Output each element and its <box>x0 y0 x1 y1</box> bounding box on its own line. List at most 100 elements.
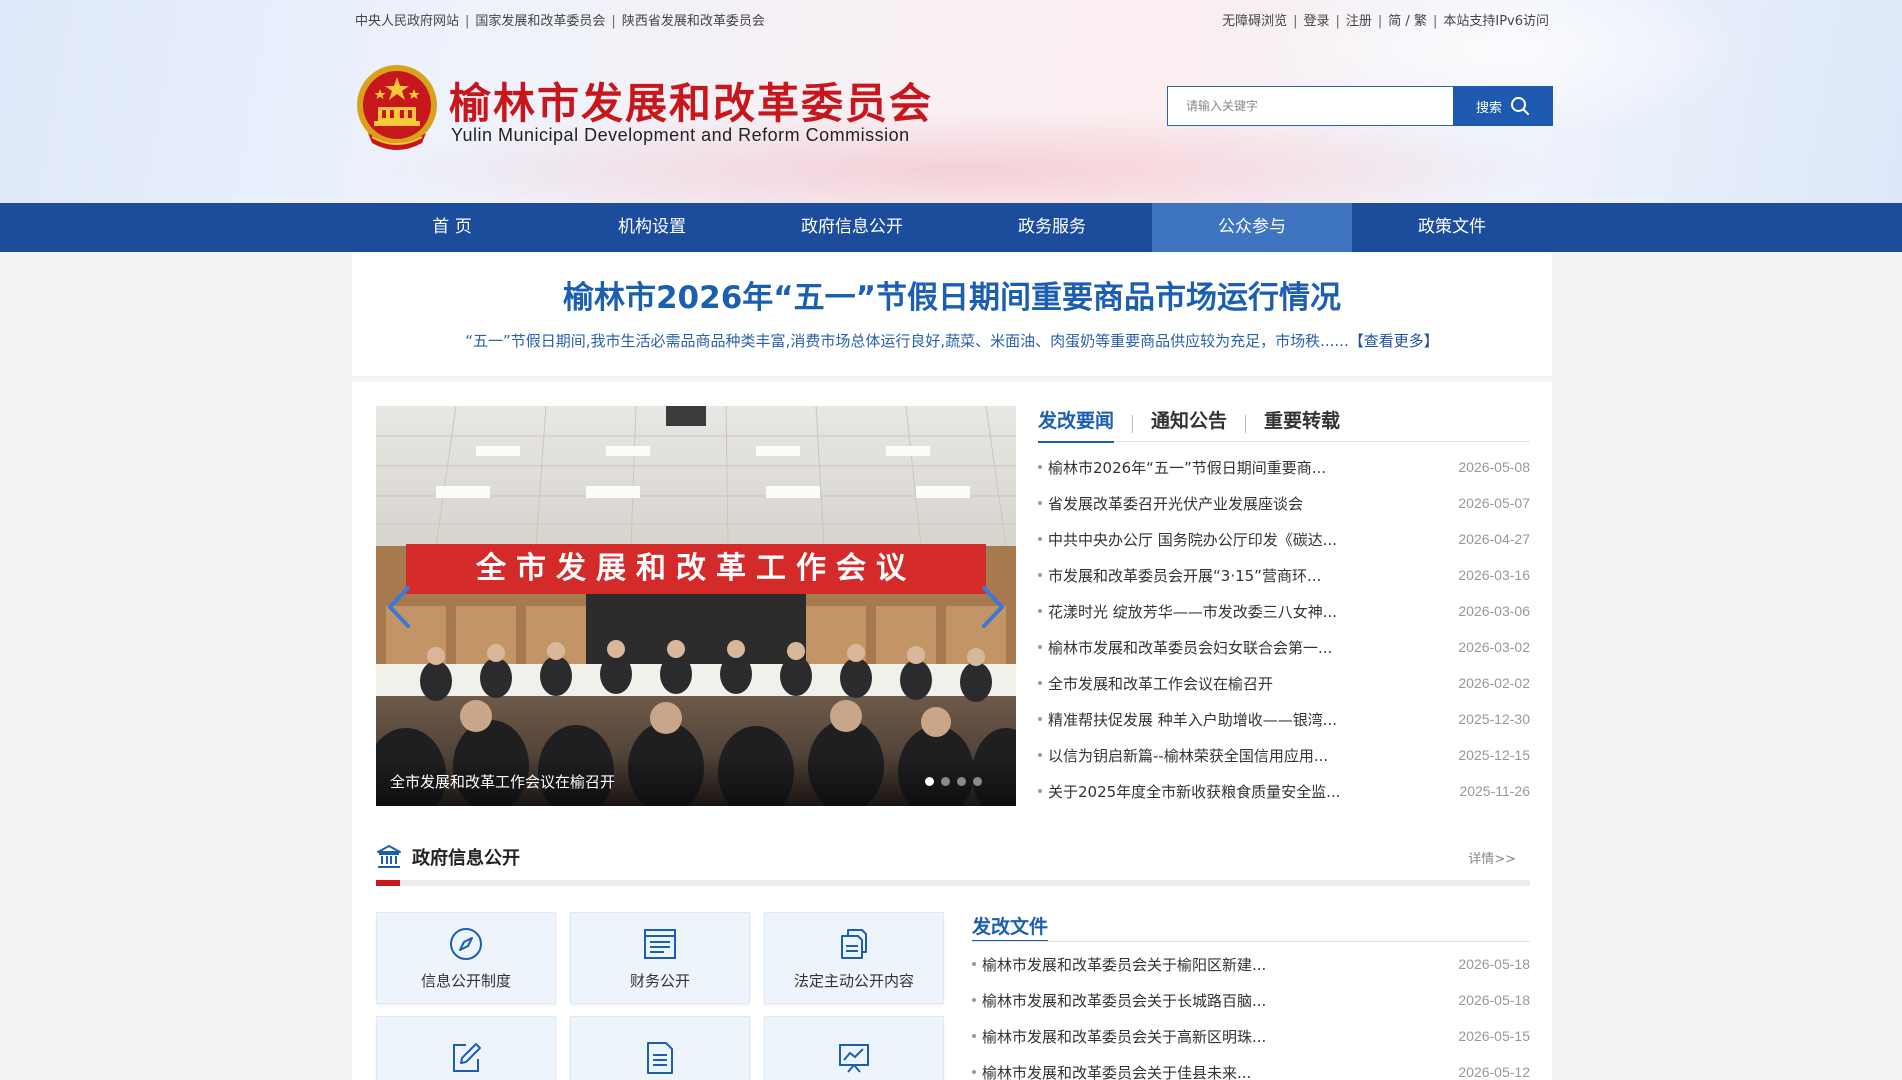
docs-list: 榆林市发展和改革委员会关于榆阳区新建... 2026-05-18 榆林市发展和改革… <box>972 946 1530 1080</box>
tile-chart[interactable] <box>764 1016 944 1080</box>
news-item[interactable]: 省发展改革委召开光伏产业发展座谈会 2026-05-07 <box>1038 485 1530 521</box>
news-title: 榆林市发展和改革委员会妇女联合会第一... <box>1038 637 1332 658</box>
news-title: 省发展改革委召开光伏产业发展座谈会 <box>1038 493 1303 514</box>
news-date: 2026-04-27 <box>1458 531 1530 547</box>
nav-item-policy-files[interactable]: 政策文件 <box>1352 203 1552 252</box>
site-title[interactable]: 榆林市发展和改革委员会 <box>449 70 933 131</box>
top-links-right: 无障碍浏览 | 登录 | 注册 | 简 / 繁 | 本站支持IPv6访问 <box>1222 14 1549 29</box>
section-title: 政府信息公开 <box>412 848 520 869</box>
main-content: 榆林市2026年“五一”节假日期间重要商品市场运行情况 “五一”节假日期间,我市… <box>352 252 1552 1080</box>
search-box: 搜索 <box>1167 86 1553 126</box>
search-input[interactable] <box>1167 86 1455 126</box>
tile-label: 法定主动公开内容 <box>793 971 914 990</box>
separator: | <box>1335 14 1340 29</box>
tile-disclosure-policy[interactable]: 信息公开制度 <box>376 912 556 1004</box>
news-item[interactable]: 精准帮扶促发展 种羊入户助增收——银湾... 2025-12-30 <box>1038 701 1530 737</box>
doc-item[interactable]: 榆林市发展和改革委员会关于榆阳区新建... 2026-05-18 <box>972 946 1530 982</box>
doc-date: 2026-05-18 <box>1458 956 1530 972</box>
news-item[interactable]: 榆林市发展和改革委员会妇女联合会第一... 2026-03-02 <box>1038 629 1530 665</box>
section-underline <box>376 880 1530 886</box>
document-icon <box>647 1042 673 1074</box>
tile-label: 信息公开制度 <box>420 971 511 990</box>
view-more-link[interactable]: 【查看更多】 <box>1349 332 1439 350</box>
doc-item[interactable]: 榆林市发展和改革委员会关于高新区明珠... 2026-05-15 <box>972 1018 1530 1054</box>
carousel-caption[interactable]: 全市发展和改革工作会议在榆召开 <box>390 771 615 792</box>
link-ndrc[interactable]: 国家发展和改革委员会 <box>475 14 605 29</box>
news-item[interactable]: 榆林市2026年“五一”节假日期间重要商... 2026-05-08 <box>1038 449 1530 485</box>
tab-reform-news[interactable]: 发改要闻 <box>1038 406 1115 443</box>
photo-carousel[interactable]: 全市发展和改革工作会议 全市发展和改革工作会议在榆召开 <box>376 406 1016 806</box>
doc-title: 榆林市发展和改革委员会关于佳县未来... <box>972 1062 1251 1080</box>
meeting-banner-text: 全市发展和改革工作会议 <box>475 551 916 586</box>
doc-item[interactable]: 榆林市发展和改革委员会关于佳县未来... 2026-05-12 <box>972 1054 1530 1080</box>
news-date: 2026-02-02 <box>1458 675 1530 691</box>
news-title: 关于2025年度全市新收获粮食质量安全监... <box>1038 781 1340 802</box>
carousel-next-arrow-icon[interactable] <box>978 584 1008 630</box>
search-button-label: 搜索 <box>1475 100 1502 116</box>
tile-edit[interactable] <box>376 1016 556 1080</box>
gov-info-section-header: 政府信息公开 详情>> <box>376 840 1530 880</box>
chart-icon <box>839 1044 869 1073</box>
news-date: 2026-05-08 <box>1458 459 1530 475</box>
register-link[interactable]: 注册 <box>1346 14 1372 29</box>
edit-icon <box>453 1043 481 1072</box>
separator: | <box>1432 14 1438 29</box>
tab-separator <box>1245 414 1247 433</box>
section-accent <box>376 880 400 886</box>
nav-item-gov-info[interactable]: 政府信息公开 <box>752 203 952 252</box>
tile-document[interactable] <box>570 1016 750 1080</box>
news-item[interactable]: 中共中央办公厅 国务院办公厅印发《碳达... 2026-04-27 <box>1038 521 1530 557</box>
simplified-chinese-link[interactable]: 简 <box>1388 14 1401 29</box>
separator: | <box>465 14 470 29</box>
carousel-dots <box>925 777 982 786</box>
nav-item-public-participation[interactable]: 公众参与 <box>1152 203 1352 252</box>
carousel-prev-arrow-icon[interactable] <box>384 584 414 630</box>
news-item[interactable]: 花漾时光 绽放芳华——市发改委三八女神... 2026-03-06 <box>1038 593 1530 629</box>
link-central-gov[interactable]: 中央人民政府网站 <box>355 14 459 29</box>
tab-reprints[interactable]: 重要转载 <box>1264 406 1340 442</box>
separator: | <box>1293 14 1298 29</box>
nav-item-organization[interactable]: 机构设置 <box>552 203 752 252</box>
news-item[interactable]: 关于2025年度全市新收获粮食质量安全监... 2025-11-26 <box>1038 773 1530 809</box>
login-link[interactable]: 登录 <box>1303 14 1329 29</box>
search-icon <box>1511 97 1529 115</box>
carousel-dot[interactable] <box>973 777 982 786</box>
site-subtitle: Yulin Municipal Development and Reform C… <box>451 125 910 145</box>
doc-title: 榆林市发展和改革委员会关于榆阳区新建... <box>972 954 1266 975</box>
news-date: 2026-03-16 <box>1458 567 1530 583</box>
search-button[interactable]: 搜索 <box>1453 86 1553 126</box>
news-date: 2026-05-07 <box>1458 495 1530 511</box>
link-shaanxi-drc[interactable]: 陕西省发展和改革委员会 <box>622 14 765 29</box>
headline-title[interactable]: 榆林市2026年“五一”节假日期间重要商品市场运行情况 <box>352 272 1552 317</box>
nav-item-home[interactable]: 首 页 <box>352 203 552 252</box>
news-item[interactable]: 全市发展和改革工作会议在榆召开 2026-02-02 <box>1038 665 1530 701</box>
details-link[interactable]: 详情>> <box>1468 848 1516 867</box>
doc-date: 2026-05-15 <box>1458 1028 1530 1044</box>
news-title: 花漾时光 绽放芳华——市发改委三八女神... <box>1038 601 1337 622</box>
national-emblem-logo[interactable] <box>354 63 440 153</box>
carousel-dot[interactable] <box>941 777 950 786</box>
doc-item[interactable]: 榆林市发展和改革委员会关于长城路百脑... 2026-05-18 <box>972 982 1530 1018</box>
tab-reform-documents[interactable]: 发改文件 <box>972 912 1049 942</box>
accessibility-link[interactable]: 无障碍浏览 <box>1222 14 1287 29</box>
nav-item-services[interactable]: 政务服务 <box>952 203 1152 252</box>
doc-title: 榆林市发展和改革委员会关于高新区明珠... <box>972 1026 1266 1047</box>
tile-finance[interactable]: 财务公开 <box>570 912 750 1004</box>
news-item[interactable]: 以信为钥启新篇--榆林荣获全国信用应用... 2025-12-15 <box>1038 737 1530 773</box>
news-item[interactable]: 市发展和改革委员会开展“3·15”营商环... 2026-03-16 <box>1038 557 1530 593</box>
news-title: 精准帮扶促发展 种羊入户助增收——银湾... <box>1038 709 1337 730</box>
carousel-dot[interactable] <box>925 777 934 786</box>
carousel-dot[interactable] <box>957 777 966 786</box>
traditional-chinese-link[interactable]: 繁 <box>1414 14 1427 29</box>
news-date: 2025-11-26 <box>1459 783 1530 799</box>
news-list: 榆林市2026年“五一”节假日期间重要商... 2026-05-08 省发展改革委… <box>1038 449 1530 809</box>
tab-notices[interactable]: 通知公告 <box>1151 406 1227 442</box>
headline-summary-text: “五一”节假日期间,我市生活必需品商品种类丰富,消费市场总体运行良好,蔬菜、米面… <box>465 332 1349 350</box>
nav-items: 首 页 机构设置 政府信息公开 政务服务 公众参与 政策文件 <box>352 203 1552 252</box>
tile-statutory-disclosure[interactable]: 法定主动公开内容 <box>764 912 944 1004</box>
news-date: 2025-12-15 <box>1458 747 1530 763</box>
compass-icon <box>450 927 482 960</box>
doc-date: 2026-05-18 <box>1458 992 1530 1008</box>
news-title: 市发展和改革委员会开展“3·15”营商环... <box>1038 565 1321 586</box>
finance-list-icon <box>644 928 676 959</box>
